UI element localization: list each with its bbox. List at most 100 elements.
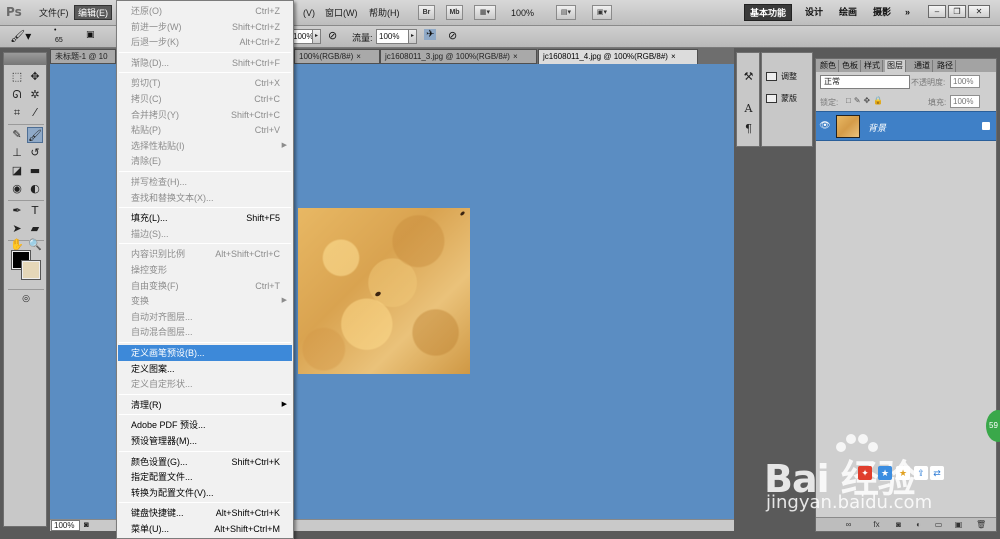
character-panel-icon[interactable]: A: [741, 101, 756, 116]
tab-close-icon[interactable]: ×: [513, 50, 518, 63]
tab-untitled-1[interactable]: 未标题-1 @ 10: [50, 49, 116, 64]
close-icon[interactable]: ✕: [968, 5, 990, 18]
visibility-eye-icon[interactable]: 👁: [819, 120, 831, 132]
edit-menu-item[interactable]: 变换 ▶: [118, 293, 292, 309]
edit-menu-item[interactable]: 粘贴(P) Ctrl+V: [118, 122, 292, 138]
tab-color[interactable]: 颜色: [818, 60, 839, 72]
lock-options-icons[interactable]: □✎✥🔒: [846, 96, 886, 105]
edit-menu-item[interactable]: 剪切(T) Ctrl+X: [118, 75, 292, 91]
tab-swatches[interactable]: 色板: [840, 60, 861, 72]
menu-edit[interactable]: 编辑(E): [74, 5, 112, 20]
type-tool-icon[interactable]: T: [27, 203, 43, 219]
tab-paths[interactable]: 路径: [935, 60, 956, 72]
workspace-painting[interactable]: 绘画: [834, 4, 862, 21]
edit-menu-item[interactable]: 定义自定形状...: [118, 376, 292, 392]
marquee-tool-icon[interactable]: ⬚: [9, 69, 25, 85]
qzone-share-icon[interactable]: ★: [878, 466, 892, 480]
pen-tool-icon[interactable]: ✒: [9, 203, 25, 219]
extras-icon[interactable]: ▦▾: [474, 5, 496, 20]
blur-tool-icon[interactable]: ◉: [9, 181, 25, 197]
edit-menu-item[interactable]: 转换为配置文件(V)...: [118, 485, 292, 501]
blend-mode-select[interactable]: 正常: [820, 75, 910, 89]
flow-arrow-icon[interactable]: ▸: [408, 29, 417, 44]
edit-menu-item[interactable]: 清理(R) ▶: [118, 397, 292, 413]
move-tool-icon[interactable]: ✥: [27, 69, 43, 85]
eyedropper-icon[interactable]: ⁄: [27, 105, 43, 121]
tool-presets-icon[interactable]: ⚒: [741, 69, 756, 84]
edit-menu-item[interactable]: 查找和替换文本(X)...: [118, 190, 292, 206]
brush-tool-icon[interactable]: 🖌▾: [10, 29, 31, 43]
pressure-size-icon[interactable]: ⊘: [448, 29, 457, 42]
edit-menu-item[interactable]: 菜单(U)... Alt+Shift+Ctrl+M: [118, 521, 292, 537]
edit-menu-item[interactable]: 颜色设置(G)... Shift+Ctrl+K: [118, 454, 292, 470]
crop-tool-icon[interactable]: ⌗: [9, 105, 25, 121]
edit-menu-item[interactable]: 后退一步(K) Alt+Ctrl+Z: [118, 34, 292, 50]
edit-menu-item[interactable]: 渐隐(D)... Shift+Ctrl+F: [118, 55, 292, 71]
layer-row-background[interactable]: 👁 背景: [816, 111, 996, 141]
edit-menu-item[interactable]: 拼写检查(H)...: [118, 174, 292, 190]
zoom-level[interactable]: 100%: [508, 6, 537, 20]
tab-styles[interactable]: 样式: [862, 60, 883, 72]
edit-menu-item[interactable]: 操控变形: [118, 262, 292, 278]
edit-menu-item[interactable]: 内容识别比例 Alt+Shift+Ctrl+C: [118, 246, 292, 262]
edit-menu-item[interactable]: 描边(S)...: [118, 226, 292, 242]
quick-mask-icon[interactable]: ◎: [18, 291, 34, 307]
path-selection-icon[interactable]: ➤: [9, 221, 25, 237]
edit-menu-item[interactable]: 自动对齐图层...: [118, 309, 292, 325]
tab-channels[interactable]: 通道: [912, 60, 933, 72]
status-info-icon[interactable]: ◙: [84, 520, 94, 531]
edit-menu-item[interactable]: Adobe PDF 预设...: [118, 417, 292, 433]
edit-menu-item[interactable]: 选择性粘贴(I) ▶: [118, 138, 292, 154]
flow-field[interactable]: 100%: [376, 29, 410, 44]
edit-menu-item[interactable]: 定义画笔预设(B)...: [118, 345, 292, 361]
menu-help[interactable]: 帮助(H): [366, 6, 403, 20]
toolbox-grip[interactable]: [4, 53, 46, 65]
brush-preset-picker[interactable]: •: [54, 27, 56, 34]
tab-layers[interactable]: 图层: [885, 60, 906, 72]
pressure-opacity-icon[interactable]: ⊘: [328, 29, 337, 42]
tab-close-icon[interactable]: ×: [356, 50, 361, 63]
tab-jc1608011-3[interactable]: jc1608011_3.jpg @ 100%(RGB/8#) ×: [380, 49, 537, 64]
upload-share-icon[interactable]: ⇪: [914, 466, 928, 480]
healing-brush-icon[interactable]: ✎: [9, 127, 25, 143]
restore-icon[interactable]: ❐: [948, 5, 966, 18]
opacity-arrow-icon[interactable]: ▸: [312, 29, 321, 44]
masks-panel-button[interactable]: 蒙版: [766, 91, 797, 107]
more-share-icon[interactable]: ⇄: [930, 466, 944, 480]
arrange-icon[interactable]: ▤▾: [556, 5, 576, 20]
edit-menu-item[interactable]: 预设管理器(M)...: [118, 433, 292, 449]
minimize-icon[interactable]: –: [928, 5, 946, 18]
background-color-swatch[interactable]: [21, 260, 41, 280]
tab-close-icon[interactable]: ×: [671, 50, 676, 63]
brush-tool-icon[interactable]: 🖌: [27, 127, 43, 143]
edit-menu-item[interactable]: 前进一步(W) Shift+Ctrl+Z: [118, 19, 292, 35]
edit-menu-item[interactable]: 清除(E): [118, 153, 292, 169]
edit-menu-item[interactable]: 键盘快捷键... Alt+Shift+Ctrl+K: [118, 505, 292, 521]
edit-menu-item[interactable]: 还原(O) Ctrl+Z: [118, 3, 292, 19]
tab-document-2[interactable]: 100%(RGB/8#) ×: [294, 49, 380, 64]
dodge-tool-icon[interactable]: ◐: [27, 181, 43, 197]
edit-menu-item[interactable]: 合并拷贝(Y) Shift+Ctrl+C: [118, 107, 292, 123]
magic-wand-icon[interactable]: ✲: [27, 87, 43, 103]
tab-jc1608011-4[interactable]: jc1608011_4.jpg @ 100%(RGB/8#) ×: [538, 49, 698, 65]
eraser-icon[interactable]: ◪: [9, 163, 25, 179]
menu-window[interactable]: 窗口(W): [322, 6, 361, 20]
menu-file[interactable]: 文件(F): [36, 6, 72, 20]
airbrush-icon[interactable]: ✈: [424, 29, 437, 40]
brush-panel-icon[interactable]: ▣: [86, 29, 95, 40]
edit-menu-item[interactable]: 指定配置文件...: [118, 469, 292, 485]
bridge-icon[interactable]: Br: [418, 5, 435, 20]
clone-stamp-icon[interactable]: ⊥: [9, 145, 25, 161]
weibo-share-icon[interactable]: ✦: [858, 466, 872, 480]
document-image[interactable]: [298, 208, 470, 374]
mini-bridge-icon[interactable]: Mb: [446, 5, 463, 20]
lasso-tool-icon[interactable]: ᘏ: [9, 87, 25, 103]
layer-opacity-field[interactable]: 100%: [950, 75, 980, 88]
favorite-share-icon[interactable]: ★: [896, 466, 910, 480]
edit-menu-item[interactable]: 拷贝(C) Ctrl+C: [118, 91, 292, 107]
workspace-design[interactable]: 设计: [800, 4, 828, 21]
edit-menu-item[interactable]: 自由变换(F) Ctrl+T: [118, 278, 292, 294]
adjustments-panel-button[interactable]: 调整: [766, 69, 797, 85]
screen-mode-icon[interactable]: ▣▾: [592, 5, 612, 20]
workspace-photography[interactable]: 摄影: [868, 4, 896, 21]
